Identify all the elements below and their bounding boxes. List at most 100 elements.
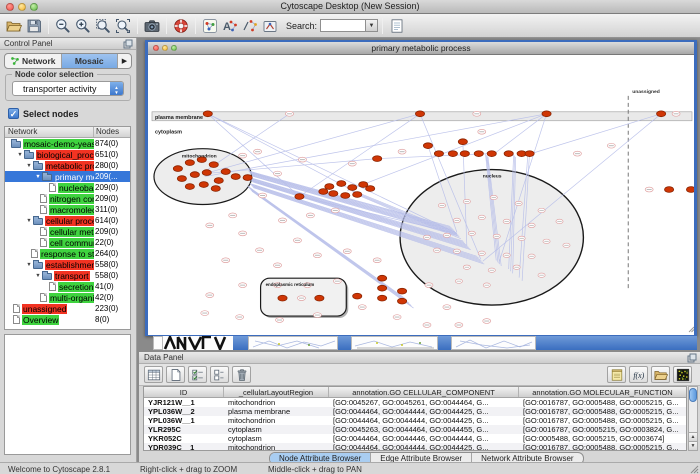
help-button[interactable] xyxy=(171,16,191,36)
tree-col-nodes[interactable]: Nodes xyxy=(94,127,130,137)
expand-arrow-icon[interactable]: ▼ xyxy=(16,152,24,158)
graph-node[interactable] xyxy=(657,111,666,117)
scroll-up-icon[interactable]: ▲ xyxy=(689,432,697,441)
tree-row[interactable]: ▼cellular process614(0) xyxy=(5,215,130,226)
tree-row[interactable]: ▼establishment of lo558(0) xyxy=(5,259,130,270)
graph-node[interactable] xyxy=(337,181,346,187)
graph-node[interactable] xyxy=(458,139,467,145)
graph-node[interactable] xyxy=(397,288,406,294)
column-header[interactable]: annotation.GO CELLULAR_COMPONENT xyxy=(329,387,519,397)
tree-row[interactable]: ▼biological_process651(0) xyxy=(5,149,130,160)
function-builder-button[interactable]: f(x) xyxy=(629,366,648,383)
graph-node[interactable] xyxy=(423,143,432,149)
graph-node[interactable] xyxy=(504,151,513,157)
graph-node[interactable] xyxy=(315,295,324,301)
tree-row[interactable]: macromolecule311(0) xyxy=(5,204,130,215)
tree-row[interactable]: nitrogen compou209(0) xyxy=(5,193,130,204)
graph-node[interactable] xyxy=(542,111,551,117)
graph-node[interactable] xyxy=(448,151,457,157)
graph-node[interactable] xyxy=(415,111,424,117)
graph-node[interactable] xyxy=(221,169,230,175)
column-header[interactable]: ID xyxy=(144,387,224,397)
tree-row[interactable]: multi-organism pro42(0) xyxy=(5,292,130,303)
table-row[interactable]: YDR039C__1mitochondrion[GO:0044464, GO:0… xyxy=(144,443,686,451)
graph-node[interactable] xyxy=(474,151,483,157)
select-nodes-checkbox[interactable]: ✓ Select nodes xyxy=(8,108,79,119)
table-row[interactable]: YPL036W__1mitochondrion[GO:0044464, GO:0… xyxy=(144,416,686,425)
float-panel-icon[interactable] xyxy=(687,353,697,363)
table-row[interactable]: YKR052Ccytoplasm[GO:0044464, GO:0044446,… xyxy=(144,434,686,443)
tree-row[interactable]: cell communicat22(0) xyxy=(5,237,130,248)
dropdown-stepper-icon[interactable]: ▲▼ xyxy=(110,82,123,95)
network-window-titlebar[interactable]: primary metabolic process xyxy=(148,42,694,55)
network-overview-button[interactable] xyxy=(200,16,220,36)
graph-node[interactable] xyxy=(378,275,387,281)
attribute-notes-button[interactable] xyxy=(607,366,626,383)
birdseye-view[interactable] xyxy=(4,334,131,455)
expand-arrow-icon[interactable]: ▼ xyxy=(25,262,33,268)
zoom-selected-button[interactable] xyxy=(93,16,113,36)
graph-node[interactable] xyxy=(665,187,674,193)
expand-arrow-icon[interactable]: ▼ xyxy=(25,163,33,169)
graph-node[interactable] xyxy=(460,151,469,157)
select-attributes-button[interactable] xyxy=(188,366,207,383)
zoom-out-button[interactable] xyxy=(53,16,73,36)
import-attributes-button[interactable] xyxy=(651,366,670,383)
tree-row[interactable]: cellular metabol209(0) xyxy=(5,226,130,237)
tree-row[interactable]: ▼metabolic process280(0) xyxy=(5,160,130,171)
graph-node[interactable] xyxy=(366,186,375,192)
graph-node[interactable] xyxy=(190,172,199,178)
snapshot-button[interactable] xyxy=(142,16,162,36)
float-panel-icon[interactable] xyxy=(123,39,133,49)
graph-node[interactable] xyxy=(373,156,382,162)
graph-node[interactable] xyxy=(353,192,362,198)
graph-node[interactable] xyxy=(353,293,362,299)
attribute-matrix-button[interactable] xyxy=(673,366,692,383)
graph-node[interactable] xyxy=(295,194,304,200)
graph-node[interactable] xyxy=(199,182,208,188)
unselect-attributes-button[interactable] xyxy=(210,366,229,383)
graph-node[interactable] xyxy=(348,185,357,191)
table-scrollbar[interactable]: ▲ ▼ xyxy=(688,386,698,451)
node-color-dropdown[interactable]: transporter activity ▲▼ xyxy=(12,81,124,96)
tab-mosaic[interactable]: Mosaic xyxy=(62,54,119,68)
scroll-down-icon[interactable]: ▼ xyxy=(689,441,697,450)
zoom-in-button[interactable] xyxy=(73,16,93,36)
save-button[interactable] xyxy=(24,16,44,36)
graph-node[interactable] xyxy=(243,175,252,181)
delete-attribute-button[interactable] xyxy=(232,366,251,383)
scrollbar-thumb[interactable] xyxy=(689,388,697,402)
tree-row[interactable]: Overview8(0) xyxy=(5,314,130,325)
graph-node[interactable] xyxy=(378,295,387,301)
open-button[interactable] xyxy=(4,16,24,36)
layout-b-button[interactable] xyxy=(240,16,260,36)
tree-row[interactable]: ▼transport558(0) xyxy=(5,270,130,281)
tree-row[interactable]: response to stimulu264(0) xyxy=(5,248,130,259)
graph-node[interactable] xyxy=(185,184,194,190)
enhanced-search-button[interactable] xyxy=(387,16,407,36)
graph-node[interactable] xyxy=(214,178,223,184)
graph-node[interactable] xyxy=(329,191,338,197)
graph-node[interactable] xyxy=(686,187,694,193)
graph-node[interactable] xyxy=(434,151,443,157)
tree-col-network[interactable]: Network xyxy=(5,127,94,137)
table-row[interactable]: YPL036W__2plasma membrane[GO:0044464, GO… xyxy=(144,407,686,416)
graph-node[interactable] xyxy=(209,162,218,168)
graph-node[interactable] xyxy=(319,189,328,195)
graph-node[interactable] xyxy=(231,174,240,180)
tree-row[interactable]: secretion41(0) xyxy=(5,281,130,292)
graph-node[interactable] xyxy=(341,193,350,199)
graph-node[interactable] xyxy=(397,298,406,304)
vizmapper-button[interactable] xyxy=(260,16,280,36)
graph-node[interactable] xyxy=(278,295,287,301)
expand-arrow-icon[interactable]: ▼ xyxy=(34,273,42,279)
zoom-fit-button[interactable] xyxy=(113,16,133,36)
graph-node[interactable] xyxy=(487,151,496,157)
tab-network[interactable]: Network xyxy=(5,54,62,68)
expand-arrow-icon[interactable]: ▼ xyxy=(25,218,33,224)
graph-node[interactable] xyxy=(325,184,334,190)
resize-grip[interactable] xyxy=(690,465,699,474)
graph-node[interactable] xyxy=(211,186,220,192)
checkbox-icon[interactable]: ✓ xyxy=(8,108,19,119)
graph-node[interactable] xyxy=(202,170,211,176)
